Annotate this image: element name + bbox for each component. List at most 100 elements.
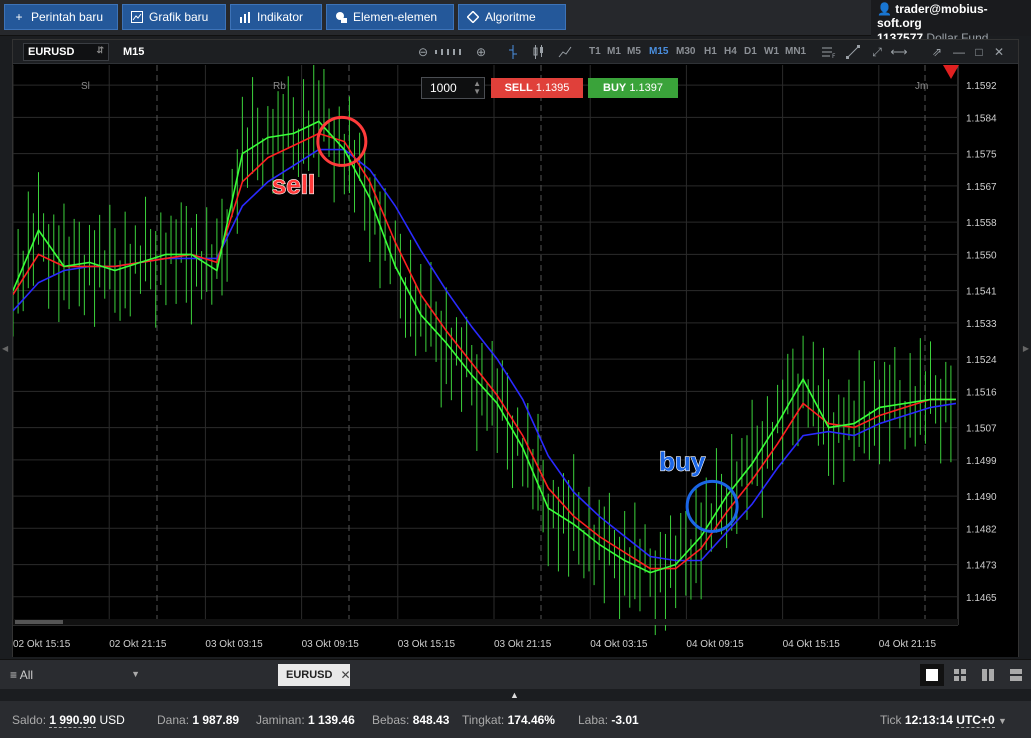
minimize-icon[interactable]: — <box>951 44 967 60</box>
x-tick-label: 04 Okt 09:15 <box>686 639 744 650</box>
plus-icon: + <box>15 10 23 24</box>
quantity-input[interactable]: 1000 ▲ ▼ <box>421 77 485 99</box>
tf-w1[interactable]: W1 <box>764 46 779 57</box>
tf-m15[interactable]: M15 <box>649 46 668 57</box>
buy-button[interactable]: BUY 1.1397 <box>588 78 678 98</box>
tab-eurusd[interactable]: EURUSD ✕ <box>278 664 351 686</box>
margin-level-item: Tingkat: 174.46% <box>462 713 555 727</box>
x-tick-label: 04 Okt 15:15 <box>783 639 841 650</box>
x-tick-label: 04 Okt 21:15 <box>879 639 937 650</box>
equity-item: Dana: 1 987.89 <box>157 713 239 727</box>
zoom-level-icon <box>433 44 469 60</box>
scrollbar-track <box>13 619 958 625</box>
new-order-label: Perintah baru <box>31 10 104 24</box>
left-panel-arrow-icon[interactable]: ◀ <box>2 344 8 353</box>
profit-item: Laba: -3.01 <box>578 713 639 727</box>
tf-h1[interactable]: H1 <box>704 46 717 57</box>
y-tick-label: 1.1592 <box>966 81 997 92</box>
account-user: trader@mobius-soft.org <box>877 2 988 30</box>
profit-label: Laba: <box>578 713 609 727</box>
quantity-stepper-icon[interactable]: ▲ ▼ <box>473 80 481 96</box>
x-tick-label: 03 Okt 21:15 <box>494 639 552 650</box>
balance-currency: USD <box>99 713 125 727</box>
x-tick-label: 03 Okt 03:15 <box>205 639 263 650</box>
x-tick-label: 03 Okt 15:15 <box>398 639 456 650</box>
maximize-icon[interactable]: □ <box>971 44 987 60</box>
zoom-in-icon[interactable]: ⊕ <box>473 44 489 60</box>
sell-annotation: sell <box>272 169 315 199</box>
tf-mn1[interactable]: MN1 <box>785 46 806 57</box>
y-tick-label: 1.1473 <box>966 561 997 572</box>
tf-h4[interactable]: H4 <box>724 46 737 57</box>
chart-window: EURUSD ⇵ M15 ⊖ ⊕ T1 M1 M5 M15 M30 H1 H4 … <box>12 39 1019 657</box>
layout-grid-icon <box>954 669 966 681</box>
tf-t1[interactable]: T1 <box>589 46 601 57</box>
y-tick-label: 1.1507 <box>966 424 997 435</box>
detach-window-icon[interactable]: ⇗ <box>929 44 945 60</box>
y-tick-label: 1.1490 <box>966 492 997 503</box>
chart-icon <box>131 11 143 23</box>
price-chart[interactable]: 1.1592 1.1584 1.1575 1.1567 1.1558 1.1550 1.15… <box>13 65 1018 657</box>
fullscreen-icon[interactable]: ⤢ <box>869 44 885 60</box>
elements-label: Elemen-elemen <box>353 10 438 24</box>
balance-item: Saldo: 1 990.90 USD <box>12 713 125 728</box>
tf-m30[interactable]: M30 <box>676 46 695 57</box>
zoom-out-icon[interactable]: ⊖ <box>415 44 431 60</box>
menu-icon: ≡ <box>10 668 18 682</box>
indicator-button[interactable]: Indikator <box>230 4 322 30</box>
expand-panel-icon[interactable]: ▲ <box>510 690 519 700</box>
sell-button[interactable]: SELL 1.1395 <box>491 78 583 98</box>
candlestick-icon[interactable] <box>531 44 547 60</box>
diamond-icon <box>467 11 479 23</box>
day-label: Rb <box>273 81 286 92</box>
clock-time: 12:13:14 <box>904 713 953 727</box>
tf-d1[interactable]: D1 <box>744 46 757 57</box>
layout-single-button[interactable] <box>920 664 944 686</box>
indicator-list-icon[interactable]: F <box>821 44 837 60</box>
updown-icon: ⇵ <box>96 45 104 55</box>
symbol-select[interactable]: EURUSD ⇵ <box>23 43 109 61</box>
y-tick-label: 1.1533 <box>966 319 997 330</box>
indicator-label: Indikator <box>257 10 304 24</box>
buy-annotation: buy <box>659 446 706 476</box>
bar-type-icon[interactable] <box>505 44 521 60</box>
x-tick-label: 02 Okt 15:15 <box>13 639 71 650</box>
new-chart-label: Grafik baru <box>149 10 209 24</box>
tab-eurusd-label: EURUSD <box>286 669 333 681</box>
buy-price: 1.1397 <box>629 82 663 94</box>
close-icon[interactable]: ✕ <box>991 44 1007 60</box>
tab-filter-select[interactable]: ≡ All ▼ <box>10 668 140 682</box>
tick-label: Tick <box>880 713 902 727</box>
new-order-button[interactable]: + Perintah baru <box>4 4 118 30</box>
day-label: Jm <box>915 81 928 92</box>
timezone-select[interactable]: UTC+0 <box>956 713 995 728</box>
line-chart-icon[interactable] <box>557 44 573 60</box>
tf-m5[interactable]: M5 <box>627 46 641 57</box>
scrollbar-thumb[interactable] <box>15 620 63 624</box>
chart-header: EURUSD ⇵ M15 ⊖ ⊕ T1 M1 M5 M15 M30 H1 H4 … <box>13 40 1018 64</box>
balance-value[interactable]: 1 990.90 <box>49 713 97 728</box>
y-tick-label: 1.1558 <box>966 218 997 229</box>
tf-m1[interactable]: M1 <box>607 46 621 57</box>
quantity-value: 1000 <box>430 81 457 95</box>
new-chart-button[interactable]: Grafik baru <box>122 4 226 30</box>
y-tick-label: 1.1516 <box>966 387 997 398</box>
y-tick-label: 1.1499 <box>966 456 997 467</box>
account-panel[interactable]: 👤 trader@mobius-soft.org 1137577 Dollar … <box>871 0 1031 45</box>
right-panel-arrow-icon[interactable]: ▶ <box>1023 344 1029 353</box>
y-tick-label: 1.1575 <box>966 150 997 161</box>
profit-value: -3.01 <box>611 713 639 727</box>
elements-button[interactable]: Elemen-elemen <box>326 4 454 30</box>
horizontal-resize-icon[interactable]: ⟷ <box>890 44 907 60</box>
trendline-icon[interactable] <box>845 44 861 60</box>
timezone-chevron-icon[interactable]: ▼ <box>998 716 1007 726</box>
layout-grid-button[interactable] <box>948 664 972 686</box>
algorithm-button[interactable]: Algoritme <box>458 4 566 30</box>
tab-filter-value: All <box>19 668 34 682</box>
layout-rows-button[interactable] <box>1004 664 1028 686</box>
margin-level-label: Tingkat: <box>462 713 505 727</box>
tab-close-icon[interactable]: ✕ <box>340 668 350 682</box>
y-tick-label: 1.1524 <box>966 355 997 366</box>
layout-columns-button[interactable] <box>976 664 1000 686</box>
equity-label: Dana: <box>157 713 190 727</box>
